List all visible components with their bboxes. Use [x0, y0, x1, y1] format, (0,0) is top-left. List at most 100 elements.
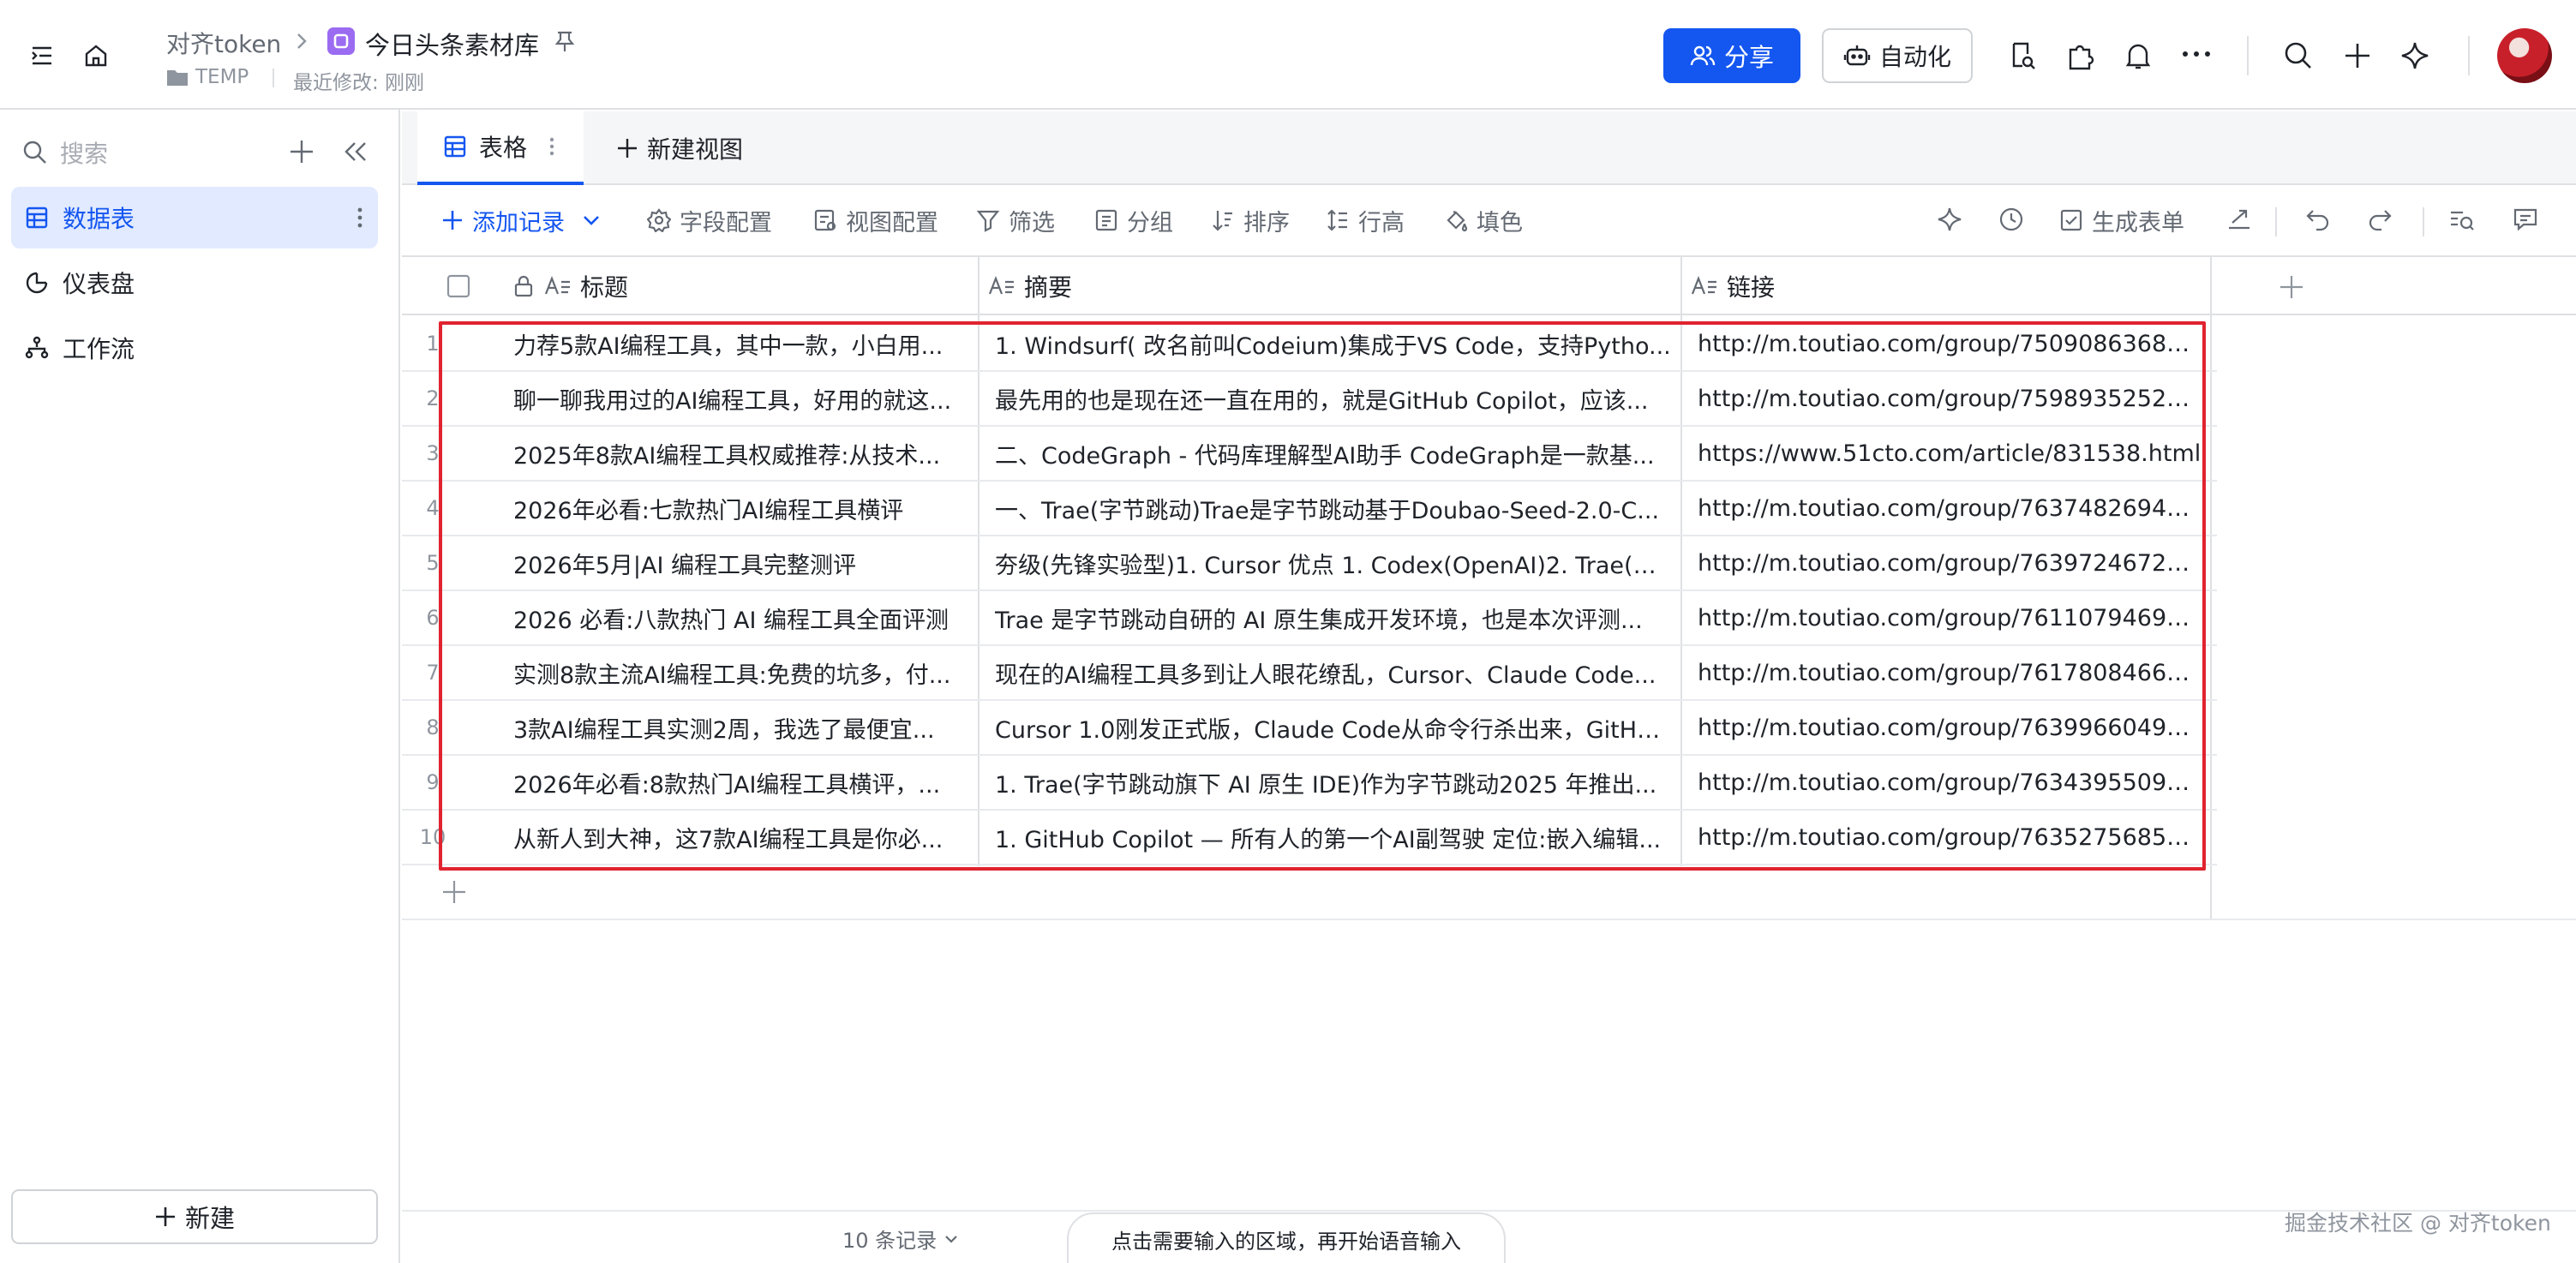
add-icon[interactable]: [288, 138, 315, 165]
breadcrumb-parent[interactable]: 对齐token: [166, 26, 281, 60]
table-row[interactable]: 5 2026年5月|AI 编程工具完整测评 夯级(先锋实验型)1. Cursor…: [402, 536, 2217, 591]
sidebar-item-workflow[interactable]: 工作流: [11, 317, 378, 379]
tab-grid-view[interactable]: 表格: [417, 111, 584, 185]
plus-icon: [441, 209, 464, 231]
ai-sparkle-icon[interactable]: [2399, 40, 2430, 71]
cell-title[interactable]: 聊一聊我用过的AI编程工具，好用的就这...: [513, 372, 967, 425]
table-row[interactable]: 4 2026年必看:七款热门AI编程工具横评 一、Trae(字节跳动)Trae是…: [402, 482, 2217, 536]
cell-summary[interactable]: 1. Windsurf( 改名前叫Codeium)集成于VS Code，支持Py…: [995, 317, 1672, 370]
collapse-sidebar-icon[interactable]: [343, 141, 368, 163]
table-row[interactable]: 9 2026年必看:8款热门AI编程工具横评，... 1. Trae(字节跳动旗…: [402, 756, 2217, 811]
folder-name[interactable]: TEMP: [195, 66, 249, 88]
cell-link[interactable]: http://m.toutiao.com/group/763439550963.…: [1698, 756, 2203, 809]
filter-button[interactable]: 筛选: [976, 202, 1055, 238]
add-record-button[interactable]: 添加记录: [441, 202, 601, 238]
fill-color-button[interactable]: 填色: [1444, 202, 1523, 238]
pin-icon[interactable]: [554, 29, 576, 53]
share-button[interactable]: 分享: [1663, 28, 1800, 83]
new-view-button[interactable]: 新建视图: [616, 111, 743, 185]
cell-link[interactable]: http://m.toutiao.com/group/76399660494..…: [1698, 701, 2203, 754]
cell-summary[interactable]: 现在的AI编程工具多到让人眼花缭乱，Cursor、Claude Code...: [995, 646, 1672, 699]
cell-title[interactable]: 2026年必看:8款热门AI编程工具横评，...: [513, 756, 967, 809]
cell-link[interactable]: http://m.toutiao.com/group/763972467231.…: [1698, 536, 2203, 590]
bell-icon[interactable]: [2125, 41, 2151, 70]
cell-title[interactable]: 实测8款主流AI编程工具:免费的坑多，付...: [513, 646, 967, 699]
cell-summary[interactable]: 最先用的也是现在还一直在用的，就是GitHub Copilot，应该...: [995, 372, 1672, 425]
sidebar-item-dashboard[interactable]: 仪表盘: [11, 252, 378, 314]
table-row[interactable]: 7 实测8款主流AI编程工具:免费的坑多，付... 现在的AI编程工具多到让人眼…: [402, 646, 2217, 701]
document-title[interactable]: 今日头条素材库: [365, 26, 539, 62]
text-field-icon: [988, 275, 1015, 297]
cell-title[interactable]: 从新人到大神，这7款AI编程工具是你必...: [513, 811, 967, 864]
add-column-icon[interactable]: [2279, 274, 2304, 300]
add-row-icon[interactable]: [441, 879, 467, 905]
cell-link[interactable]: http://m.toutiao.com/group/75090863684..…: [1698, 317, 2203, 370]
cell-summary[interactable]: 一、Trae(字节跳动)Trae是字节跳动基于Doubao-Seed-2.0-C…: [995, 482, 1672, 535]
avatar[interactable]: [2497, 28, 2552, 83]
cell-summary[interactable]: 夯级(先锋实验型)1. Cursor 优点 1. Codex(OpenAI)2.…: [995, 536, 1672, 590]
record-count-text: 10 条记录: [842, 1229, 938, 1253]
cell-text: http://m.toutiao.com/group/763439550963.…: [1698, 769, 2203, 796]
cell-title[interactable]: 力荐5款AI编程工具，其中一款，小白用...: [513, 317, 967, 370]
select-all-checkbox[interactable]: [446, 274, 470, 298]
column-header-link[interactable]: 链接: [1691, 257, 2034, 315]
cell-summary[interactable]: 二、CodeGraph - 代码库理解型AI助手 CodeGraph是一款基..…: [995, 427, 1672, 480]
cell-title[interactable]: 2026年5月|AI 编程工具完整测评: [513, 536, 967, 590]
chevron-down-icon[interactable]: [582, 214, 601, 226]
table-row[interactable]: 3 2025年8款AI编程工具权威推荐:从技术... 二、CodeGraph -…: [402, 427, 2217, 482]
cell-summary[interactable]: 1. Trae(字节跳动旗下 AI 原生 IDE)作为字节跳动2025 年推出.…: [995, 756, 1672, 809]
automation-button[interactable]: 自动化: [1822, 28, 1973, 83]
undo-icon[interactable]: [2304, 206, 2332, 233]
plugin-icon[interactable]: [2067, 41, 2094, 70]
cell-title[interactable]: 2026 必看:八款热门 AI 编程工具全面评测: [513, 591, 967, 644]
toggle-sidebar-icon[interactable]: [29, 43, 55, 69]
cell-link[interactable]: http://m.toutiao.com/group/761107946918.…: [1698, 591, 2203, 644]
cell-link[interactable]: https://www.51cto.com/article/831538.htm…: [1698, 427, 2203, 480]
column-header-title[interactable]: 标题: [513, 257, 856, 315]
history-icon[interactable]: [1998, 206, 2025, 233]
home-icon[interactable]: [82, 42, 110, 69]
sort-button[interactable]: 排序: [1211, 202, 1290, 238]
new-button[interactable]: 新建: [11, 1189, 378, 1244]
sidebar-search[interactable]: 搜索: [22, 132, 382, 173]
table-row[interactable]: 8 3款AI编程工具实测2周，我选了最便宜... Cursor 1.0刚发正式版…: [402, 701, 2217, 756]
cell-link[interactable]: http://m.toutiao.com/group/761780846695.…: [1698, 646, 2203, 699]
column-header-summary[interactable]: 摘要: [988, 257, 1331, 315]
row-height-button[interactable]: 行高: [1326, 202, 1405, 238]
plus-icon[interactable]: [2342, 40, 2373, 71]
cell-title[interactable]: 2026年必看:七款热门AI编程工具横评: [513, 482, 967, 535]
cell-summary[interactable]: 1. GitHub Copilot — 所有人的第一个AI副驾驶 定位:嵌入编辑…: [995, 811, 1672, 864]
cell-text: Trae 是字节跳动自研的 AI 原生集成开发环境，也是本次评测...: [995, 607, 1643, 634]
cell-summary[interactable]: Trae 是字节跳动自研的 AI 原生集成开发环境，也是本次评测...: [995, 591, 1672, 644]
cell-link[interactable]: http://m.toutiao.com/group/759893525218.…: [1698, 372, 2203, 425]
find-icon[interactable]: [2448, 206, 2476, 233]
table-row[interactable]: 1 力荐5款AI编程工具，其中一款，小白用... 1. Windsurf( 改名…: [402, 317, 2217, 372]
group-button[interactable]: 分组: [1094, 202, 1173, 238]
sidebar-item-datatable[interactable]: 数据表: [11, 187, 378, 248]
table-row[interactable]: 2 聊一聊我用过的AI编程工具，好用的就这... 最先用的也是现在还一直在用的，…: [402, 372, 2217, 427]
robot-icon: [1843, 42, 1871, 69]
comment-icon[interactable]: [2512, 206, 2539, 233]
generate-form-button[interactable]: 生成表单: [2059, 202, 2184, 238]
voice-input-tip: 点击需要输入的区域，再开始语音输入: [1067, 1212, 1506, 1263]
more-vertical-icon[interactable]: [357, 207, 362, 228]
cell-summary[interactable]: Cursor 1.0刚发正式版，Claude Code从命令行杀出来，GitHu…: [995, 701, 1672, 754]
field-config-button[interactable]: 字段配置: [647, 202, 772, 238]
cell-link[interactable]: http://m.toutiao.com/group/763748269426.…: [1698, 482, 2203, 535]
search-icon[interactable]: [2283, 40, 2314, 71]
document-search-icon[interactable]: [2009, 41, 2036, 70]
cell-link[interactable]: http://m.toutiao.com/group/763527568584.…: [1698, 811, 2203, 864]
table-row[interactable]: 6 2026 必看:八款热门 AI 编程工具全面评测 Trae 是字节跳动自研的…: [402, 591, 2217, 646]
cell-text: 聊一聊我用过的AI编程工具，好用的就这...: [513, 387, 952, 415]
ai-sparkle-icon[interactable]: [1936, 206, 1963, 233]
view-config-button[interactable]: 视图配置: [813, 202, 938, 238]
tab-more-icon[interactable]: [549, 137, 554, 156]
redo-icon[interactable]: [2366, 206, 2393, 233]
cell-title[interactable]: 2025年8款AI编程工具权威推荐:从技术...: [513, 427, 967, 480]
share-external-icon[interactable]: [2226, 206, 2253, 233]
table-row[interactable]: 10 从新人到大神，这7款AI编程工具是你必... 1. GitHub Copi…: [402, 811, 2217, 865]
more-icon[interactable]: [2182, 50, 2211, 58]
add-row-bar[interactable]: [402, 865, 2576, 920]
record-count[interactable]: 10 条记录: [842, 1224, 959, 1254]
cell-title[interactable]: 3款AI编程工具实测2周，我选了最便宜...: [513, 701, 967, 754]
